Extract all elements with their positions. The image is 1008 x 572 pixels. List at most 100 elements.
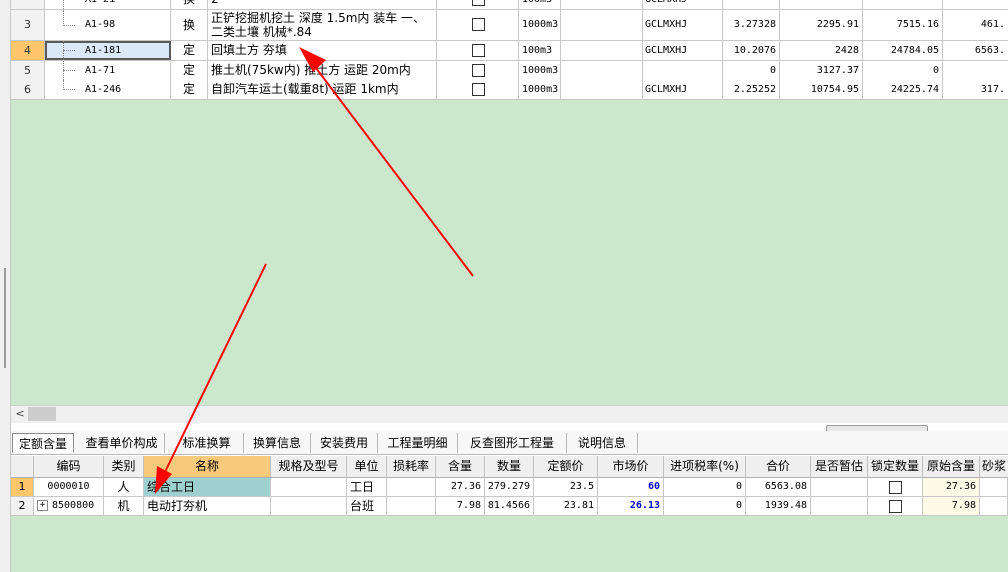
tab-quota-content[interactable]: 定额含量 bbox=[12, 433, 74, 453]
row-quantity[interactable]: 279.279 bbox=[485, 478, 534, 496]
splitter-grip[interactable] bbox=[4, 268, 6, 368]
row-number bbox=[11, 0, 45, 9]
row-lock-cell bbox=[868, 497, 923, 515]
header-original-content[interactable]: 原始含量 bbox=[923, 456, 980, 477]
expand-icon[interactable]: + bbox=[37, 500, 48, 511]
row-content[interactable]: 27.36 bbox=[436, 478, 485, 496]
tab-standard-conversion[interactable]: 标准换算 bbox=[170, 433, 244, 453]
row-spec[interactable] bbox=[271, 478, 347, 496]
checkbox[interactable] bbox=[472, 0, 485, 6]
row-market-price[interactable]: 26.13 bbox=[598, 497, 664, 515]
checkbox[interactable] bbox=[472, 18, 485, 31]
lock-quantity-checkbox[interactable] bbox=[889, 481, 902, 494]
row-code[interactable]: 0000010 bbox=[34, 478, 104, 496]
row-loss-rate[interactable] bbox=[387, 497, 436, 515]
row-extra: 461. bbox=[980, 19, 1005, 30]
table-row[interactable]: A1-21 换 2 100m3 GCLMXHJ bbox=[11, 0, 1008, 10]
header-category[interactable]: 类别 bbox=[104, 456, 144, 477]
row-quantity[interactable]: 81.4566 bbox=[485, 497, 534, 515]
row-number: 1 bbox=[11, 478, 34, 496]
left-splitter[interactable] bbox=[0, 0, 11, 572]
resource-content-grid: 编码 类别 名称 规格及型号 单位 损耗率 含量 数量 定额价 市场价 进项税率… bbox=[11, 456, 1008, 572]
row-code[interactable]: A1-181 bbox=[45, 41, 171, 60]
row-name[interactable]: 2 bbox=[208, 0, 437, 9]
header-name[interactable]: 名称 bbox=[144, 456, 271, 477]
table-row[interactable]: 6 A1-246 定 自卸汽车运土(载重8t) 运距 1km内 1000m3 G… bbox=[11, 80, 1008, 100]
row-code[interactable]: A1-21 bbox=[45, 0, 171, 9]
row-unit-price: 2428 bbox=[781, 41, 863, 60]
header-quota-price[interactable]: 定额价 bbox=[534, 456, 598, 477]
row-name[interactable]: 电动打夯机 bbox=[144, 497, 271, 515]
row-quota-price: 23.5 bbox=[534, 478, 598, 496]
header-total[interactable]: 合价 bbox=[746, 456, 811, 477]
row-mortar bbox=[980, 497, 1008, 515]
row-unit: 100m3 bbox=[519, 0, 561, 9]
row-unit-price: 2295.91 bbox=[781, 10, 863, 40]
tab-unit-price-breakdown[interactable]: 查看单价构成 bbox=[79, 433, 165, 453]
tab-install-fees[interactable]: 安装费用 bbox=[311, 433, 378, 453]
row-is-estimate[interactable] bbox=[811, 497, 868, 515]
table-row[interactable]: 5 A1-71 定 推土机(75kw内) 推土方 运距 20m内 1000m3 … bbox=[11, 61, 1008, 81]
row-name[interactable]: 自卸汽车运土(载重8t) 运距 1km内 bbox=[208, 80, 437, 99]
row-total: 7515.16 bbox=[864, 10, 943, 40]
row-market-price[interactable]: 60 bbox=[598, 478, 664, 496]
tab-reverse-lookup[interactable]: 反查图形工程量 bbox=[458, 433, 567, 453]
row-type: 定 bbox=[171, 61, 208, 80]
row-calc-type: GCLMXHJ bbox=[643, 80, 723, 99]
checkbox[interactable] bbox=[472, 64, 485, 77]
tab-quantity-details[interactable]: 工程量明细 bbox=[378, 433, 458, 453]
row-extra: 317. bbox=[980, 84, 1005, 95]
scroll-thumb[interactable] bbox=[28, 407, 56, 421]
table-row-selected[interactable]: 4 A1-181 定 回填土方 夯填 100m3 GCLMXHJ 10.2076… bbox=[11, 41, 1008, 61]
row-quantity: 0 bbox=[724, 61, 780, 80]
row-content[interactable]: 7.98 bbox=[436, 497, 485, 515]
row-unit: 1000m3 bbox=[519, 10, 561, 40]
row-calc-type: GCLMXHJ bbox=[643, 10, 723, 40]
row-is-estimate[interactable] bbox=[811, 478, 868, 496]
table-row[interactable]: 2 +8500800 机 电动打夯机 台班 7.98 81.4566 23.81… bbox=[11, 497, 1008, 516]
header-loss-rate[interactable]: 损耗率 bbox=[387, 456, 436, 477]
table-row[interactable]: 3 A1-98 换 正铲挖掘机挖土 深度 1.5m内 装车 一、 二类土壤 机械*… bbox=[11, 10, 1008, 41]
row-code[interactable]: +8500800 bbox=[34, 497, 104, 515]
row-tax-rate[interactable]: 0 bbox=[664, 478, 746, 496]
header-code[interactable]: 编码 bbox=[34, 456, 104, 477]
row-number: 2 bbox=[11, 497, 34, 515]
row-quota-price: 23.81 bbox=[534, 497, 598, 515]
tab-conversion-info[interactable]: 换算信息 bbox=[244, 433, 311, 453]
header-lock-quantity[interactable]: 锁定数量 bbox=[868, 456, 923, 477]
horizontal-scrollbar[interactable]: < bbox=[11, 405, 1008, 423]
header-quantity[interactable]: 数量 bbox=[485, 456, 534, 477]
header-content[interactable]: 含量 bbox=[436, 456, 485, 477]
row-extra: 6563. bbox=[974, 45, 1005, 56]
header-row-number bbox=[11, 456, 34, 477]
row-blank bbox=[562, 61, 643, 80]
row-name[interactable]: 推土机(75kw内) 推土方 运距 20m内 bbox=[208, 61, 437, 80]
row-original-content: 27.36 bbox=[923, 478, 980, 496]
table-row-selected[interactable]: 1 0000010 人 综合工日 工日 27.36 279.279 23.5 6… bbox=[11, 478, 1008, 497]
header-tax-rate[interactable]: 进项税率(%) bbox=[664, 456, 746, 477]
row-tax-rate[interactable]: 0 bbox=[664, 497, 746, 515]
row-code[interactable]: A1-246 bbox=[45, 80, 171, 99]
row-name[interactable]: 正铲挖掘机挖土 深度 1.5m内 装车 一、 二类土壤 机械*.84 bbox=[208, 10, 437, 40]
tab-description[interactable]: 说明信息 bbox=[567, 433, 638, 453]
header-market-price[interactable]: 市场价 bbox=[598, 456, 664, 477]
header-unit[interactable]: 单位 bbox=[347, 456, 387, 477]
checkbox[interactable] bbox=[472, 83, 485, 96]
header-mortar[interactable]: 砂浆 bbox=[980, 456, 1008, 477]
scroll-left-icon[interactable]: < bbox=[13, 407, 27, 421]
row-spec[interactable] bbox=[271, 497, 347, 515]
header-spec[interactable]: 规格及型号 bbox=[271, 456, 347, 477]
row-blank bbox=[562, 10, 643, 40]
lock-quantity-checkbox[interactable] bbox=[889, 500, 902, 513]
checkbox[interactable] bbox=[472, 44, 485, 57]
row-unit: 1000m3 bbox=[519, 80, 561, 99]
row-type: 定 bbox=[171, 80, 208, 99]
header-is-estimate[interactable]: 是否暂估 bbox=[811, 456, 868, 477]
row-loss-rate[interactable] bbox=[387, 478, 436, 496]
row-code[interactable]: A1-98 bbox=[45, 10, 171, 40]
row-name[interactable]: 回填土方 夯填 bbox=[208, 41, 437, 60]
row-name[interactable]: 综合工日 bbox=[144, 478, 271, 496]
row-blank bbox=[562, 0, 643, 9]
row-category: 机 bbox=[104, 497, 144, 515]
row-code[interactable]: A1-71 bbox=[45, 61, 171, 80]
